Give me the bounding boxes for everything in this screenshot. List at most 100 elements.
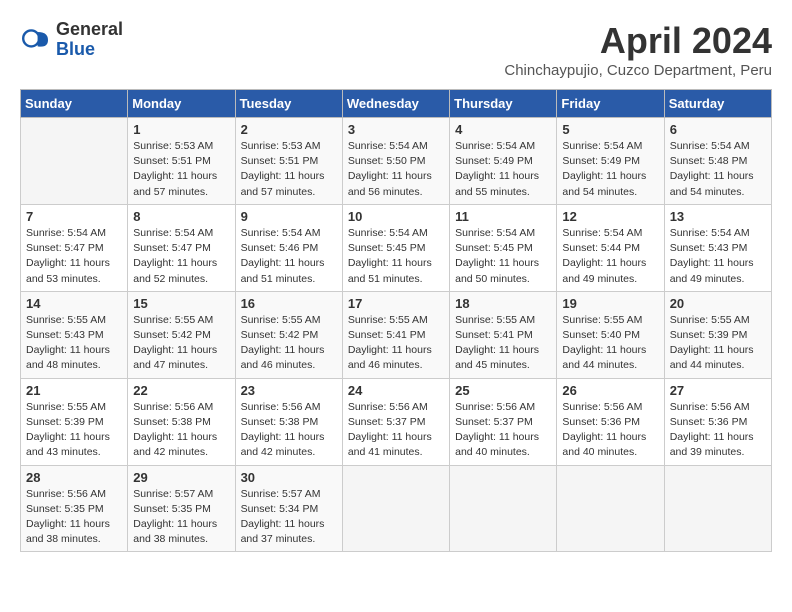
calendar-cell: 24 Sunrise: 5:56 AMSunset: 5:37 PMDayligh… bbox=[342, 378, 449, 465]
header-day-sunday: Sunday bbox=[21, 90, 128, 118]
calendar-cell bbox=[557, 465, 664, 552]
day-info: Sunrise: 5:55 AMSunset: 5:43 PMDaylight:… bbox=[26, 313, 122, 374]
calendar-cell bbox=[664, 465, 771, 552]
day-info: Sunrise: 5:57 AMSunset: 5:35 PMDaylight:… bbox=[133, 487, 229, 548]
day-info: Sunrise: 5:54 AMSunset: 5:43 PMDaylight:… bbox=[670, 226, 766, 287]
day-info: Sunrise: 5:56 AMSunset: 5:37 PMDaylight:… bbox=[455, 400, 551, 461]
calendar-cell: 27 Sunrise: 5:56 AMSunset: 5:36 PMDayligh… bbox=[664, 378, 771, 465]
calendar-cell: 28 Sunrise: 5:56 AMSunset: 5:35 PMDayligh… bbox=[21, 465, 128, 552]
day-info: Sunrise: 5:55 AMSunset: 5:42 PMDaylight:… bbox=[133, 313, 229, 374]
day-info: Sunrise: 5:56 AMSunset: 5:35 PMDaylight:… bbox=[26, 487, 122, 548]
day-number: 23 bbox=[241, 383, 337, 398]
day-number: 8 bbox=[133, 209, 229, 224]
calendar-header-row: SundayMondayTuesdayWednesdayThursdayFrid… bbox=[21, 90, 772, 118]
day-number: 24 bbox=[348, 383, 444, 398]
calendar-cell: 2 Sunrise: 5:53 AMSunset: 5:51 PMDaylight… bbox=[235, 118, 342, 205]
calendar-cell: 20 Sunrise: 5:55 AMSunset: 5:39 PMDayligh… bbox=[664, 291, 771, 378]
calendar-title: April 2024 bbox=[504, 20, 772, 62]
day-number: 7 bbox=[26, 209, 122, 224]
header-day-tuesday: Tuesday bbox=[235, 90, 342, 118]
day-number: 21 bbox=[26, 383, 122, 398]
day-info: Sunrise: 5:54 AMSunset: 5:50 PMDaylight:… bbox=[348, 139, 444, 200]
header-day-monday: Monday bbox=[128, 90, 235, 118]
day-info: Sunrise: 5:56 AMSunset: 5:36 PMDaylight:… bbox=[562, 400, 658, 461]
calendar-cell: 16Sunrise: 5:55 AMSunset: 5:42 PMDayligh… bbox=[235, 291, 342, 378]
calendar-cell: 25Sunrise: 5:56 AMSunset: 5:37 PMDayligh… bbox=[450, 378, 557, 465]
calendar-cell bbox=[450, 465, 557, 552]
day-info: Sunrise: 5:54 AMSunset: 5:46 PMDaylight:… bbox=[241, 226, 337, 287]
day-number: 2 bbox=[241, 122, 337, 137]
calendar-cell: 15Sunrise: 5:55 AMSunset: 5:42 PMDayligh… bbox=[128, 291, 235, 378]
logo-icon bbox=[20, 24, 52, 56]
day-number: 3 bbox=[348, 122, 444, 137]
calendar-cell: 5 Sunrise: 5:54 AMSunset: 5:49 PMDaylight… bbox=[557, 118, 664, 205]
calendar-cell: 11 Sunrise: 5:54 AMSunset: 5:45 PMDayligh… bbox=[450, 204, 557, 291]
logo-general-text: General bbox=[56, 20, 123, 40]
header: General Blue April 2024 Chinchaypujio, C… bbox=[20, 20, 772, 79]
day-number: 9 bbox=[241, 209, 337, 224]
calendar-table: SundayMondayTuesdayWednesdayThursdayFrid… bbox=[20, 89, 772, 552]
calendar-cell: 12Sunrise: 5:54 AMSunset: 5:44 PMDayligh… bbox=[557, 204, 664, 291]
header-day-friday: Friday bbox=[557, 90, 664, 118]
day-number: 4 bbox=[455, 122, 551, 137]
calendar-week-row: 7 Sunrise: 5:54 AMSunset: 5:47 PMDaylight… bbox=[21, 204, 772, 291]
calendar-cell: 9 Sunrise: 5:54 AMSunset: 5:46 PMDaylight… bbox=[235, 204, 342, 291]
day-number: 26 bbox=[562, 383, 658, 398]
day-number: 19 bbox=[562, 296, 658, 311]
day-info: Sunrise: 5:57 AMSunset: 5:34 PMDaylight:… bbox=[241, 487, 337, 548]
day-info: Sunrise: 5:54 AMSunset: 5:49 PMDaylight:… bbox=[562, 139, 658, 200]
calendar-cell: 1Sunrise: 5:53 AMSunset: 5:51 PMDaylight… bbox=[128, 118, 235, 205]
calendar-cell: 3 Sunrise: 5:54 AMSunset: 5:50 PMDaylight… bbox=[342, 118, 449, 205]
day-number: 28 bbox=[26, 470, 122, 485]
day-number: 13 bbox=[670, 209, 766, 224]
day-number: 17 bbox=[348, 296, 444, 311]
day-number: 16 bbox=[241, 296, 337, 311]
day-number: 30 bbox=[241, 470, 337, 485]
day-info: Sunrise: 5:55 AMSunset: 5:39 PMDaylight:… bbox=[26, 400, 122, 461]
day-number: 22 bbox=[133, 383, 229, 398]
calendar-cell: 7Sunrise: 5:54 AMSunset: 5:47 PMDaylight… bbox=[21, 204, 128, 291]
calendar-week-row: 1Sunrise: 5:53 AMSunset: 5:51 PMDaylight… bbox=[21, 118, 772, 205]
day-info: Sunrise: 5:56 AMSunset: 5:36 PMDaylight:… bbox=[670, 400, 766, 461]
day-info: Sunrise: 5:56 AMSunset: 5:37 PMDaylight:… bbox=[348, 400, 444, 461]
day-number: 14 bbox=[26, 296, 122, 311]
calendar-cell: 14 Sunrise: 5:55 AMSunset: 5:43 PMDayligh… bbox=[21, 291, 128, 378]
day-number: 29 bbox=[133, 470, 229, 485]
day-number: 18 bbox=[455, 296, 551, 311]
calendar-cell: 6Sunrise: 5:54 AMSunset: 5:48 PMDaylight… bbox=[664, 118, 771, 205]
day-number: 6 bbox=[670, 122, 766, 137]
calendar-cell: 17 Sunrise: 5:55 AMSunset: 5:41 PMDayligh… bbox=[342, 291, 449, 378]
header-day-wednesday: Wednesday bbox=[342, 90, 449, 118]
day-number: 5 bbox=[562, 122, 658, 137]
calendar-cell: 26 Sunrise: 5:56 AMSunset: 5:36 PMDayligh… bbox=[557, 378, 664, 465]
calendar-subtitle: Chinchaypujio, Cuzco Department, Peru bbox=[504, 62, 772, 79]
calendar-cell: 13 Sunrise: 5:54 AMSunset: 5:43 PMDayligh… bbox=[664, 204, 771, 291]
day-info: Sunrise: 5:55 AMSunset: 5:40 PMDaylight:… bbox=[562, 313, 658, 374]
calendar-cell: 19 Sunrise: 5:55 AMSunset: 5:40 PMDayligh… bbox=[557, 291, 664, 378]
day-info: Sunrise: 5:55 AMSunset: 5:41 PMDaylight:… bbox=[455, 313, 551, 374]
calendar-week-row: 28 Sunrise: 5:56 AMSunset: 5:35 PMDayligh… bbox=[21, 465, 772, 552]
title-area: April 2024 Chinchaypujio, Cuzco Departme… bbox=[504, 20, 772, 79]
calendar-cell: 8 Sunrise: 5:54 AMSunset: 5:47 PMDaylight… bbox=[128, 204, 235, 291]
day-number: 20 bbox=[670, 296, 766, 311]
day-number: 12 bbox=[562, 209, 658, 224]
day-info: Sunrise: 5:54 AMSunset: 5:45 PMDaylight:… bbox=[455, 226, 551, 287]
day-number: 27 bbox=[670, 383, 766, 398]
calendar-cell: 30 Sunrise: 5:57 AMSunset: 5:34 PMDayligh… bbox=[235, 465, 342, 552]
calendar-cell: 4Sunrise: 5:54 AMSunset: 5:49 PMDaylight… bbox=[450, 118, 557, 205]
day-info: Sunrise: 5:55 AMSunset: 5:39 PMDaylight:… bbox=[670, 313, 766, 374]
day-info: Sunrise: 5:54 AMSunset: 5:47 PMDaylight:… bbox=[133, 226, 229, 287]
calendar-cell: 10Sunrise: 5:54 AMSunset: 5:45 PMDayligh… bbox=[342, 204, 449, 291]
calendar-week-row: 14 Sunrise: 5:55 AMSunset: 5:43 PMDayligh… bbox=[21, 291, 772, 378]
header-day-thursday: Thursday bbox=[450, 90, 557, 118]
day-info: Sunrise: 5:55 AMSunset: 5:41 PMDaylight:… bbox=[348, 313, 444, 374]
day-info: Sunrise: 5:53 AMSunset: 5:51 PMDaylight:… bbox=[241, 139, 337, 200]
calendar-week-row: 21 Sunrise: 5:55 AMSunset: 5:39 PMDayligh… bbox=[21, 378, 772, 465]
day-info: Sunrise: 5:56 AMSunset: 5:38 PMDaylight:… bbox=[133, 400, 229, 461]
day-number: 10 bbox=[348, 209, 444, 224]
logo-blue-text: Blue bbox=[56, 40, 123, 60]
calendar-cell: 18 Sunrise: 5:55 AMSunset: 5:41 PMDayligh… bbox=[450, 291, 557, 378]
calendar-cell: 23Sunrise: 5:56 AMSunset: 5:38 PMDayligh… bbox=[235, 378, 342, 465]
day-number: 11 bbox=[455, 209, 551, 224]
calendar-cell bbox=[342, 465, 449, 552]
